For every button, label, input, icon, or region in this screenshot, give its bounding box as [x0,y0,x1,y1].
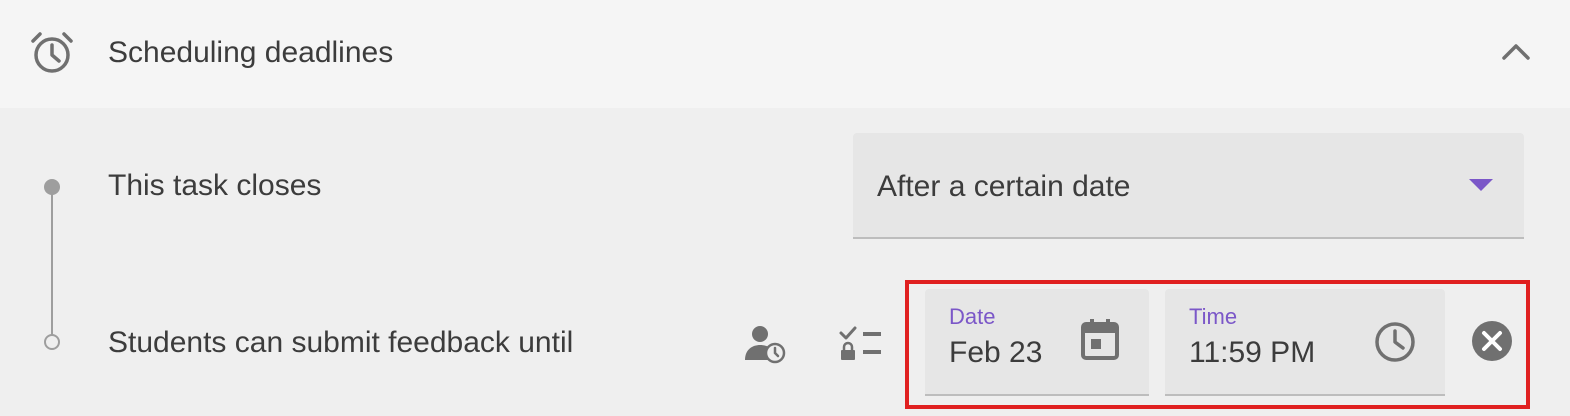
timeline-dot-filled [44,179,60,195]
task-closes-label: This task closes [108,169,322,202]
highlight-box [905,280,1530,409]
chevron-up-icon[interactable] [1498,38,1534,66]
section-header[interactable]: Scheduling deadlines [0,0,1570,108]
timeline-line [51,188,53,342]
checklist-lock-icon[interactable] [838,324,884,364]
submit-feedback-label: Students can submit feedback until [108,326,574,359]
timeline-dot-hollow [44,334,60,350]
dropdown-arrow-icon [1469,179,1493,191]
alarm-clock-icon [31,32,73,73]
task-closes-select[interactable]: After a certain date [853,133,1524,239]
select-value: After a certain date [877,170,1131,203]
section-title: Scheduling deadlines [108,36,394,69]
person-clock-icon[interactable] [744,324,786,364]
